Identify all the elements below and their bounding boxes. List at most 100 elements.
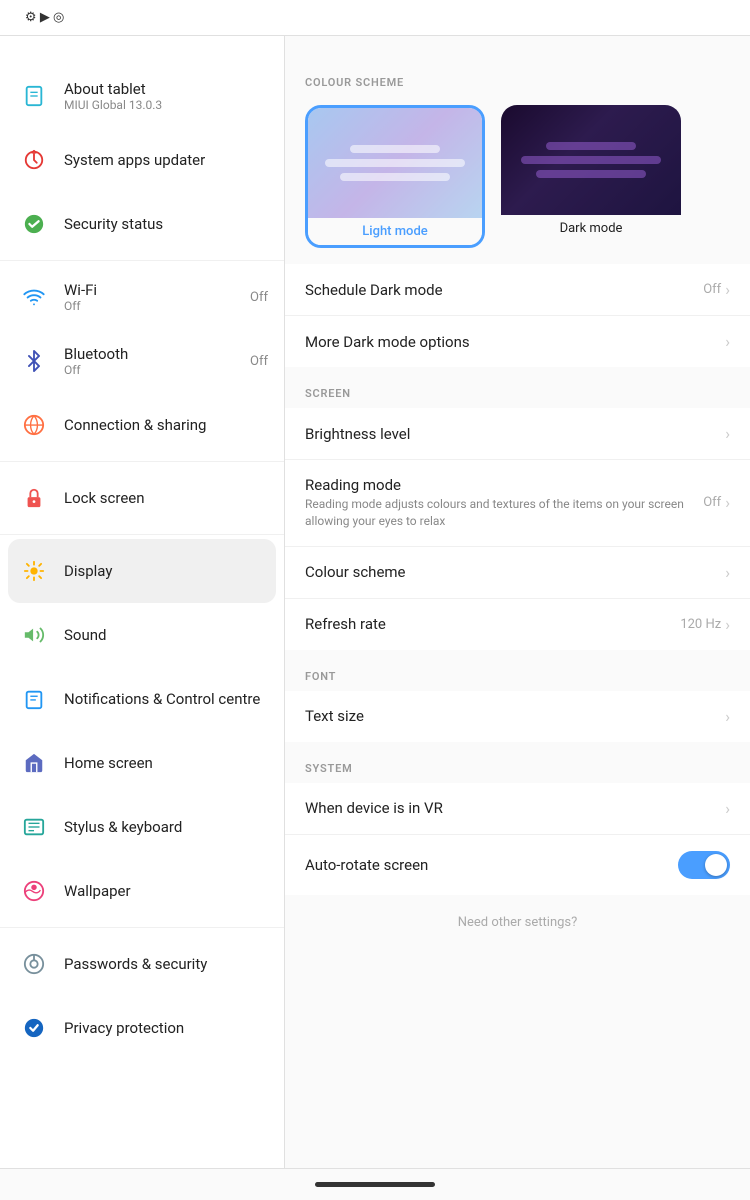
notifications-label: Notifications & Control centre: [64, 690, 268, 708]
sidebar-item-wallpaper[interactable]: Wallpaper: [0, 859, 284, 923]
security-label: Security status: [64, 215, 268, 233]
theme-preview-light: [308, 108, 482, 218]
privacy-icon: [16, 1010, 52, 1046]
wallpaper-icon: [16, 873, 52, 909]
theme-card-dark[interactable]: Dark mode: [501, 105, 681, 248]
sidebar-item-bluetooth[interactable]: BluetoothOffOff: [0, 329, 284, 393]
bluetooth-right-value: Off: [250, 354, 268, 369]
settings-group-4: When device is in VR› Auto-rotate screen: [285, 783, 750, 895]
schedule-dark-value: Off: [703, 282, 721, 297]
reading-chevron: ›: [725, 493, 730, 512]
status-bar: ⚙ ▶ ◎: [0, 0, 750, 36]
divider-connection: [0, 461, 284, 462]
theme-label-light: Light mode: [308, 218, 482, 245]
divider-security: [0, 260, 284, 261]
sidebar-item-stylus[interactable]: Stylus & keyboard: [0, 795, 284, 859]
wallpaper-label: Wallpaper: [64, 882, 268, 900]
mock-line: [340, 173, 450, 181]
connection-icon: [16, 407, 52, 443]
bottom-navigation-bar: [0, 1168, 750, 1200]
bottom-pill: [315, 1182, 435, 1187]
text-size-chevron: ›: [725, 707, 730, 726]
mock-line: [536, 170, 646, 178]
more-dark-title: More Dark mode options: [305, 333, 725, 351]
password-label: Passwords & security: [64, 955, 268, 973]
sidebar-item-sound[interactable]: Sound: [0, 603, 284, 667]
refresh-rate-chevron: ›: [725, 615, 730, 634]
sidebar-item-wifi[interactable]: Wi-FiOffOff: [0, 265, 284, 329]
theme-card-light[interactable]: Light mode: [305, 105, 485, 248]
sysapps-label: System apps updater: [64, 151, 268, 169]
theme-label-dark: Dark mode: [501, 215, 681, 242]
password-icon: [16, 946, 52, 982]
lock-label: Lock screen: [64, 489, 268, 507]
setting-row-auto-rotate[interactable]: Auto-rotate screen: [285, 835, 750, 895]
divider-wallpaper: [0, 927, 284, 928]
stylus-label: Stylus & keyboard: [64, 818, 268, 836]
security-icon: [16, 206, 52, 242]
schedule-dark-title: Schedule Dark mode: [305, 281, 703, 299]
home-icon: [16, 745, 52, 781]
setting-row-refresh-rate[interactable]: Refresh rate120 Hz›: [285, 599, 750, 650]
settings-group-2: Brightness level›Reading modeReading mod…: [285, 408, 750, 650]
settings-title: [0, 36, 284, 64]
lock-icon: [16, 480, 52, 516]
sound-icon: [16, 617, 52, 653]
display-label: Display: [64, 562, 268, 580]
sidebar-item-lock[interactable]: Lock screen: [0, 466, 284, 530]
sysapps-icon: [16, 142, 52, 178]
mock-line: [546, 142, 636, 150]
sidebar-item-privacy[interactable]: Privacy protection: [0, 996, 284, 1060]
more-dark-chevron: ›: [725, 332, 730, 351]
reading-value: Off: [703, 495, 721, 510]
wifi-label: Wi-Fi: [64, 281, 250, 299]
sidebar-item-password[interactable]: Passwords & security: [0, 932, 284, 996]
sidebar-item-connection[interactable]: Connection & sharing: [0, 393, 284, 457]
sound-label: Sound: [64, 626, 268, 644]
setting-row-more-dark[interactable]: More Dark mode options›: [285, 316, 750, 367]
wifi-right-value: Off: [250, 290, 268, 305]
setting-row-schedule-dark[interactable]: Schedule Dark modeOff›: [285, 264, 750, 316]
about-label: About tablet: [64, 80, 268, 98]
wifi-value: Off: [64, 299, 250, 313]
bluetooth-label: Bluetooth: [64, 345, 250, 363]
mock-line: [350, 145, 440, 153]
setting-row-brightness[interactable]: Brightness level›: [285, 408, 750, 460]
brightness-title: Brightness level: [305, 425, 725, 443]
colour-scheme-selector: Light mode Dark mode: [285, 97, 750, 264]
bluetooth-icon: [16, 343, 52, 379]
about-icon: [16, 78, 52, 114]
vr-chevron: ›: [725, 799, 730, 818]
reading-sub: Reading mode adjusts colours and texture…: [305, 496, 703, 530]
sidebar-item-notifications[interactable]: Notifications & Control centre: [0, 667, 284, 731]
auto-rotate-title: Auto-rotate screen: [305, 856, 678, 874]
brightness-chevron: ›: [725, 424, 730, 443]
bluetooth-value: Off: [64, 363, 250, 377]
setting-row-reading[interactable]: Reading mode Reading mode adjusts colours…: [285, 460, 750, 547]
text-size-title: Text size: [305, 707, 725, 725]
privacy-label: Privacy protection: [64, 1019, 268, 1037]
section-label-system: SYSTEM: [285, 750, 750, 783]
colour-scheme-title: Colour scheme: [305, 563, 725, 581]
setting-row-vr[interactable]: When device is in VR›: [285, 783, 750, 835]
reading-title: Reading mode: [305, 476, 703, 494]
display-title: [285, 36, 750, 64]
refresh-rate-title: Refresh rate: [305, 615, 680, 633]
nav-items-list: About tabletMIUI Global 13.0.3 System app…: [0, 64, 284, 1060]
sidebar-item-display[interactable]: Display: [8, 539, 276, 603]
stylus-icon: [16, 809, 52, 845]
setting-row-text-size[interactable]: Text size›: [285, 691, 750, 742]
setting-row-colour-scheme[interactable]: Colour scheme›: [285, 547, 750, 599]
sidebar-item-home[interactable]: Home screen: [0, 731, 284, 795]
footer-text: Need other settings?: [285, 903, 750, 942]
sidebar-item-security[interactable]: Security status: [0, 192, 284, 256]
auto-rotate-toggle[interactable]: [678, 851, 730, 879]
right-sections: COLOUR SCHEMELight modeDark modeSchedule…: [285, 64, 750, 895]
status-time: ⚙ ▶ ◎: [12, 10, 64, 25]
sidebar-item-about[interactable]: About tabletMIUI Global 13.0.3: [0, 64, 284, 128]
notifications-icon: [16, 681, 52, 717]
mock-line: [521, 156, 661, 164]
sidebar-item-sysapps[interactable]: System apps updater: [0, 128, 284, 192]
main-panels: About tabletMIUI Global 13.0.3 System app…: [0, 36, 750, 1200]
connection-label: Connection & sharing: [64, 416, 268, 434]
